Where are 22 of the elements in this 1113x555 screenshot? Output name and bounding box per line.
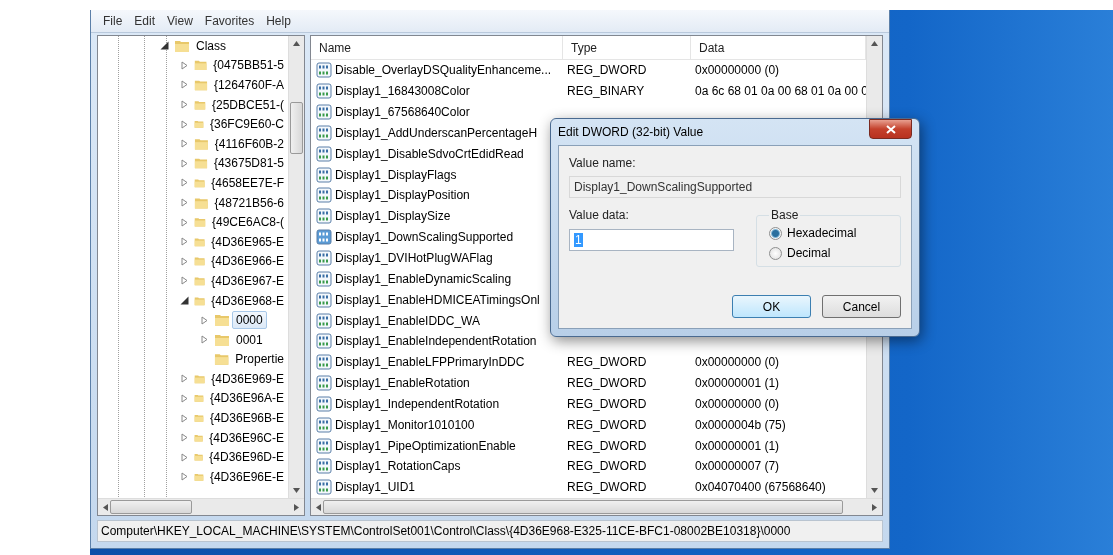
table-cell-text: 0x00000001 (1) bbox=[694, 438, 781, 453]
field-label: Value name: bbox=[569, 156, 637, 170]
table-cell-text: REG_DWORD bbox=[566, 417, 648, 432]
table-cell-text: 0x04070400 (67568640) bbox=[694, 480, 827, 495]
table-cell-text: REG_DWORD bbox=[566, 376, 648, 391]
table-cell-text: 0x00000000 (0) bbox=[694, 396, 781, 411]
field-label: Value data: bbox=[569, 208, 630, 222]
group-label: Base bbox=[770, 208, 800, 222]
table-cell-text: REG_DWORD bbox=[566, 459, 648, 474]
table-cell-text: 0x00000001 (1) bbox=[694, 376, 781, 391]
table-cell-text: REG_DWORD bbox=[566, 63, 648, 78]
table-cell-text: REG_DWORD bbox=[566, 355, 648, 370]
table-cell-text: REG_DWORD bbox=[566, 438, 648, 453]
table-cell-text: REG_DWORD bbox=[566, 396, 648, 411]
status-bar: Computer\HKEY_LOCAL_MACHINE\SYSTEM\ControlSet001\Control\Class\{4D36E968-E325-11CE-BFC1-08002BE10318}\0000 bbox=[97, 520, 883, 542]
table-cell-text: REG_BINARY bbox=[566, 84, 646, 99]
table-cell-text: 0x00000000 (0) bbox=[694, 355, 781, 370]
table-cell-text: 0x00000000 (0) bbox=[694, 63, 781, 78]
table-cell-text: 0x00000007 (7) bbox=[694, 459, 781, 474]
table-cell-text: 0x0000004b (75) bbox=[694, 417, 787, 432]
dialog-title: Edit DWORD (32-bit) Value bbox=[558, 125, 704, 139]
table-cell-text: REG_DWORD bbox=[566, 480, 648, 495]
